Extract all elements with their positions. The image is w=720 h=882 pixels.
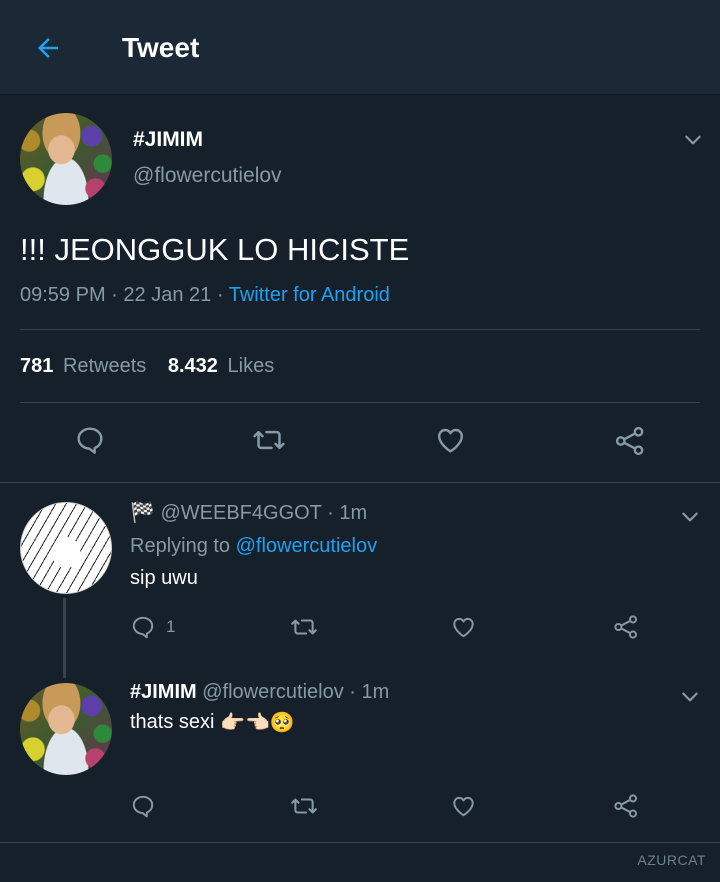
like-icon: [453, 617, 474, 638]
reply-button[interactable]: [130, 793, 156, 819]
user-handle[interactable]: @flowercutielov: [202, 681, 343, 703]
divider: [0, 482, 720, 483]
likes-stat[interactable]: 8.432 Likes: [168, 355, 274, 377]
tweet-menu-button[interactable]: [681, 128, 705, 152]
chevron-down-icon: [682, 692, 698, 702]
divider: [20, 402, 700, 403]
watermark: AZURCAT: [637, 852, 706, 868]
tweet-text: !!! JEONGGUK LO HICISTE: [20, 232, 410, 267]
tweet-meta: 09:59 PM · 22 Jan 21 · Twitter for Andro…: [20, 284, 390, 307]
reply-text: thats sexi: [130, 710, 215, 733]
page-title: Tweet: [122, 32, 200, 63]
user-handle[interactable]: @WEEBF4GGOT: [160, 502, 321, 524]
like-button[interactable]: [450, 793, 477, 819]
retweets-label: Retweets: [62, 355, 147, 377]
share-button[interactable]: [613, 424, 647, 458]
arrow-left-icon: [38, 38, 58, 58]
retweet-icon: [253, 430, 285, 450]
share-icon: [615, 426, 644, 456]
reply-time: · 1m: [327, 502, 368, 524]
chevron-down-icon: [682, 512, 698, 522]
like-button[interactable]: [434, 424, 467, 456]
tweet-menu-button[interactable]: [678, 505, 702, 529]
display-name[interactable]: #JIMIM: [133, 128, 203, 152]
like-button[interactable]: [450, 614, 477, 640]
back-button[interactable]: [28, 30, 68, 66]
like-icon: [437, 428, 464, 453]
reply-icon: [132, 616, 154, 639]
reply-header: #JIMIM @flowercutielov · 1m: [130, 681, 389, 704]
share-button[interactable]: [612, 792, 640, 820]
meta-separator: ·: [111, 284, 118, 306]
replying-to: Replying to @flowercutielov: [130, 535, 377, 558]
reply-button[interactable]: [74, 424, 106, 456]
like-icon: [453, 796, 474, 817]
reply-button[interactable]: 1: [130, 614, 175, 640]
avatar[interactable]: [20, 683, 112, 775]
tweet-source-link[interactable]: Twitter for Android: [229, 284, 390, 306]
chevron-down-icon: [685, 135, 701, 145]
top-app-bar: Tweet: [0, 0, 720, 95]
retweet-button[interactable]: [252, 424, 286, 456]
tweet-time: 09:59 PM: [20, 284, 106, 306]
thread-connector: [63, 598, 66, 678]
checkered-flag-icon: 🏁: [130, 502, 155, 524]
retweets-stat[interactable]: 781 Retweets: [20, 355, 152, 377]
reply-header: 🏁 @WEEBF4GGOT · 1m: [130, 500, 367, 525]
replying-to-label: Replying to: [130, 535, 231, 557]
divider: [0, 842, 720, 843]
tweet-date: 22 Jan 21: [123, 284, 212, 306]
share-icon: [614, 615, 638, 639]
user-handle[interactable]: @flowercutielov: [133, 164, 282, 188]
divider: [20, 329, 700, 330]
avatar[interactable]: [20, 502, 112, 594]
reply-text: sip uwu: [130, 567, 198, 589]
replying-to-link[interactable]: @flowercutielov: [236, 535, 377, 557]
reply-text-line: thats sexi 👉🏻👈🏻🥺: [130, 710, 295, 735]
meta-separator: ·: [216, 284, 224, 306]
reply-time: · 1m: [349, 681, 390, 703]
reply-icon: [77, 427, 103, 454]
retweet-icon: [291, 798, 317, 814]
likes-count: 8.432: [167, 355, 218, 377]
display-name[interactable]: #JIMIM: [130, 681, 197, 703]
retweets-count: 781: [20, 355, 54, 377]
likes-label: Likes: [227, 355, 275, 377]
retweet-button[interactable]: [290, 614, 318, 640]
reply-count: 1: [166, 617, 176, 636]
reply-icon: [132, 795, 154, 818]
retweet-icon: [291, 619, 317, 635]
tweet-stats: 781 Retweets 8.432 Likes: [20, 355, 274, 378]
retweet-button[interactable]: [290, 793, 318, 819]
avatar[interactable]: [20, 113, 112, 205]
tweet-menu-button[interactable]: [678, 685, 702, 709]
share-icon: [614, 794, 638, 818]
pointing-fingers-pleading-emoji: 👉🏻👈🏻🥺: [220, 712, 295, 734]
share-button[interactable]: [612, 613, 640, 641]
